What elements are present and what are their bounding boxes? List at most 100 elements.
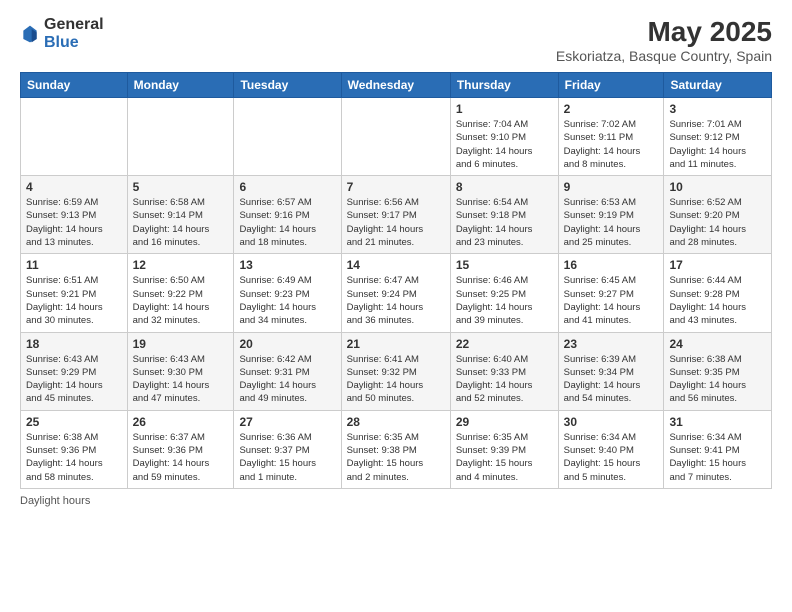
day-info: Sunrise: 6:59 AM Sunset: 9:13 PM Dayligh… <box>26 196 122 249</box>
day-info: Sunrise: 6:47 AM Sunset: 9:24 PM Dayligh… <box>347 274 445 327</box>
calendar-cell: 3 Sunrise: 7:01 AM Sunset: 9:12 PM Daylig… <box>664 98 772 176</box>
day-info: Sunrise: 6:43 AM Sunset: 9:29 PM Dayligh… <box>26 353 122 406</box>
calendar-cell: 13 Sunrise: 6:49 AM Sunset: 9:23 PM Dayli… <box>234 254 341 332</box>
calendar-cell: 6 Sunrise: 6:57 AM Sunset: 9:16 PM Daylig… <box>234 176 341 254</box>
calendar-header-row: SundayMondayTuesdayWednesdayThursdayFrid… <box>21 73 772 98</box>
logo: General Blue <box>20 16 104 51</box>
day-info: Sunrise: 6:56 AM Sunset: 9:17 PM Dayligh… <box>347 196 445 249</box>
calendar-cell: 31 Sunrise: 6:34 AM Sunset: 9:41 PM Dayli… <box>664 410 772 488</box>
calendar-cell: 30 Sunrise: 6:34 AM Sunset: 9:40 PM Dayli… <box>558 410 664 488</box>
day-info: Sunrise: 6:57 AM Sunset: 9:16 PM Dayligh… <box>239 196 335 249</box>
calendar-day-header: Saturday <box>664 73 772 98</box>
day-number: 16 <box>564 258 659 272</box>
day-info: Sunrise: 6:52 AM Sunset: 9:20 PM Dayligh… <box>669 196 766 249</box>
day-info: Sunrise: 6:39 AM Sunset: 9:34 PM Dayligh… <box>564 353 659 406</box>
day-info: Sunrise: 6:44 AM Sunset: 9:28 PM Dayligh… <box>669 274 766 327</box>
logo-general-text: General <box>44 16 104 34</box>
day-info: Sunrise: 6:34 AM Sunset: 9:40 PM Dayligh… <box>564 431 659 484</box>
logo-text: General Blue <box>44 16 104 51</box>
calendar-cell: 17 Sunrise: 6:44 AM Sunset: 9:28 PM Dayli… <box>664 254 772 332</box>
calendar-cell: 11 Sunrise: 6:51 AM Sunset: 9:21 PM Dayli… <box>21 254 128 332</box>
calendar-cell: 16Sunrise: 6:45 AM Sunset: 9:27 PM Dayli… <box>558 254 664 332</box>
calendar-cell: 7 Sunrise: 6:56 AM Sunset: 9:17 PM Daylig… <box>341 176 450 254</box>
month-title: May 2025 <box>556 16 772 48</box>
calendar-day-header: Monday <box>127 73 234 98</box>
calendar-cell: 5 Sunrise: 6:58 AM Sunset: 9:14 PM Daylig… <box>127 176 234 254</box>
logo-blue-text: Blue <box>44 34 104 52</box>
calendar-week-row: 1Sunrise: 7:04 AM Sunset: 9:10 PM Daylig… <box>21 98 772 176</box>
day-info: Sunrise: 6:42 AM Sunset: 9:31 PM Dayligh… <box>239 353 335 406</box>
day-number: 5 <box>133 180 229 194</box>
day-info: Sunrise: 6:40 AM Sunset: 9:33 PM Dayligh… <box>456 353 553 406</box>
calendar-week-row: 25Sunrise: 6:38 AM Sunset: 9:36 PM Dayli… <box>21 410 772 488</box>
calendar-cell: 20 Sunrise: 6:42 AM Sunset: 9:31 PM Dayli… <box>234 332 341 410</box>
title-area: May 2025 Eskoriatza, Basque Country, Spa… <box>556 16 772 64</box>
logo-icon <box>20 24 40 44</box>
calendar-cell <box>234 98 341 176</box>
calendar-cell: 14 Sunrise: 6:47 AM Sunset: 9:24 PM Dayli… <box>341 254 450 332</box>
daylight-label: Daylight hours <box>20 495 90 507</box>
day-number: 2 <box>564 102 659 116</box>
day-number: 18 <box>26 337 122 351</box>
calendar-cell: 22Sunrise: 6:40 AM Sunset: 9:33 PM Dayli… <box>450 332 558 410</box>
calendar-cell: 21 Sunrise: 6:41 AM Sunset: 9:32 PM Dayli… <box>341 332 450 410</box>
day-number: 3 <box>669 102 766 116</box>
calendar-cell: 25Sunrise: 6:38 AM Sunset: 9:36 PM Dayli… <box>21 410 128 488</box>
calendar-cell: 19Sunrise: 6:43 AM Sunset: 9:30 PM Dayli… <box>127 332 234 410</box>
day-info: Sunrise: 6:43 AM Sunset: 9:30 PM Dayligh… <box>133 353 229 406</box>
calendar-week-row: 4 Sunrise: 6:59 AM Sunset: 9:13 PM Daylig… <box>21 176 772 254</box>
day-info: Sunrise: 6:49 AM Sunset: 9:23 PM Dayligh… <box>239 274 335 327</box>
page: General Blue May 2025 Eskoriatza, Basque… <box>0 0 792 612</box>
footer: Daylight hours <box>20 495 772 507</box>
day-number: 26 <box>133 415 229 429</box>
day-info: Sunrise: 7:02 AM Sunset: 9:11 PM Dayligh… <box>564 118 659 171</box>
calendar-cell: 26 Sunrise: 6:37 AM Sunset: 9:36 PM Dayli… <box>127 410 234 488</box>
calendar-cell <box>341 98 450 176</box>
day-number: 24 <box>669 337 766 351</box>
calendar-day-header: Tuesday <box>234 73 341 98</box>
day-info: Sunrise: 6:46 AM Sunset: 9:25 PM Dayligh… <box>456 274 553 327</box>
day-number: 30 <box>564 415 659 429</box>
day-info: Sunrise: 7:01 AM Sunset: 9:12 PM Dayligh… <box>669 118 766 171</box>
location: Eskoriatza, Basque Country, Spain <box>556 48 772 64</box>
day-number: 6 <box>239 180 335 194</box>
calendar-cell: 27 Sunrise: 6:36 AM Sunset: 9:37 PM Dayli… <box>234 410 341 488</box>
calendar-cell: 4 Sunrise: 6:59 AM Sunset: 9:13 PM Daylig… <box>21 176 128 254</box>
day-number: 20 <box>239 337 335 351</box>
calendar-cell: 2 Sunrise: 7:02 AM Sunset: 9:11 PM Daylig… <box>558 98 664 176</box>
calendar-cell: 9Sunrise: 6:53 AM Sunset: 9:19 PM Daylig… <box>558 176 664 254</box>
calendar-table: SundayMondayTuesdayWednesdayThursdayFrid… <box>20 72 772 489</box>
calendar-cell: 24 Sunrise: 6:38 AM Sunset: 9:35 PM Dayli… <box>664 332 772 410</box>
day-number: 7 <box>347 180 445 194</box>
day-number: 23 <box>564 337 659 351</box>
day-number: 15 <box>456 258 553 272</box>
day-number: 28 <box>347 415 445 429</box>
day-number: 14 <box>347 258 445 272</box>
day-number: 21 <box>347 337 445 351</box>
day-info: Sunrise: 6:54 AM Sunset: 9:18 PM Dayligh… <box>456 196 553 249</box>
day-number: 27 <box>239 415 335 429</box>
day-number: 17 <box>669 258 766 272</box>
day-info: Sunrise: 6:34 AM Sunset: 9:41 PM Dayligh… <box>669 431 766 484</box>
day-info: Sunrise: 6:36 AM Sunset: 9:37 PM Dayligh… <box>239 431 335 484</box>
day-info: Sunrise: 6:41 AM Sunset: 9:32 PM Dayligh… <box>347 353 445 406</box>
day-info: Sunrise: 6:37 AM Sunset: 9:36 PM Dayligh… <box>133 431 229 484</box>
day-info: Sunrise: 6:38 AM Sunset: 9:35 PM Dayligh… <box>669 353 766 406</box>
calendar-day-header: Wednesday <box>341 73 450 98</box>
day-info: Sunrise: 6:35 AM Sunset: 9:38 PM Dayligh… <box>347 431 445 484</box>
day-number: 25 <box>26 415 122 429</box>
calendar-cell: 12Sunrise: 6:50 AM Sunset: 9:22 PM Dayli… <box>127 254 234 332</box>
day-number: 10 <box>669 180 766 194</box>
day-number: 9 <box>564 180 659 194</box>
day-number: 29 <box>456 415 553 429</box>
day-number: 31 <box>669 415 766 429</box>
day-number: 11 <box>26 258 122 272</box>
calendar-cell <box>21 98 128 176</box>
calendar-cell: 18 Sunrise: 6:43 AM Sunset: 9:29 PM Dayli… <box>21 332 128 410</box>
day-info: Sunrise: 6:58 AM Sunset: 9:14 PM Dayligh… <box>133 196 229 249</box>
day-number: 13 <box>239 258 335 272</box>
day-number: 1 <box>456 102 553 116</box>
day-number: 4 <box>26 180 122 194</box>
day-info: Sunrise: 6:51 AM Sunset: 9:21 PM Dayligh… <box>26 274 122 327</box>
calendar-cell: 23 Sunrise: 6:39 AM Sunset: 9:34 PM Dayli… <box>558 332 664 410</box>
